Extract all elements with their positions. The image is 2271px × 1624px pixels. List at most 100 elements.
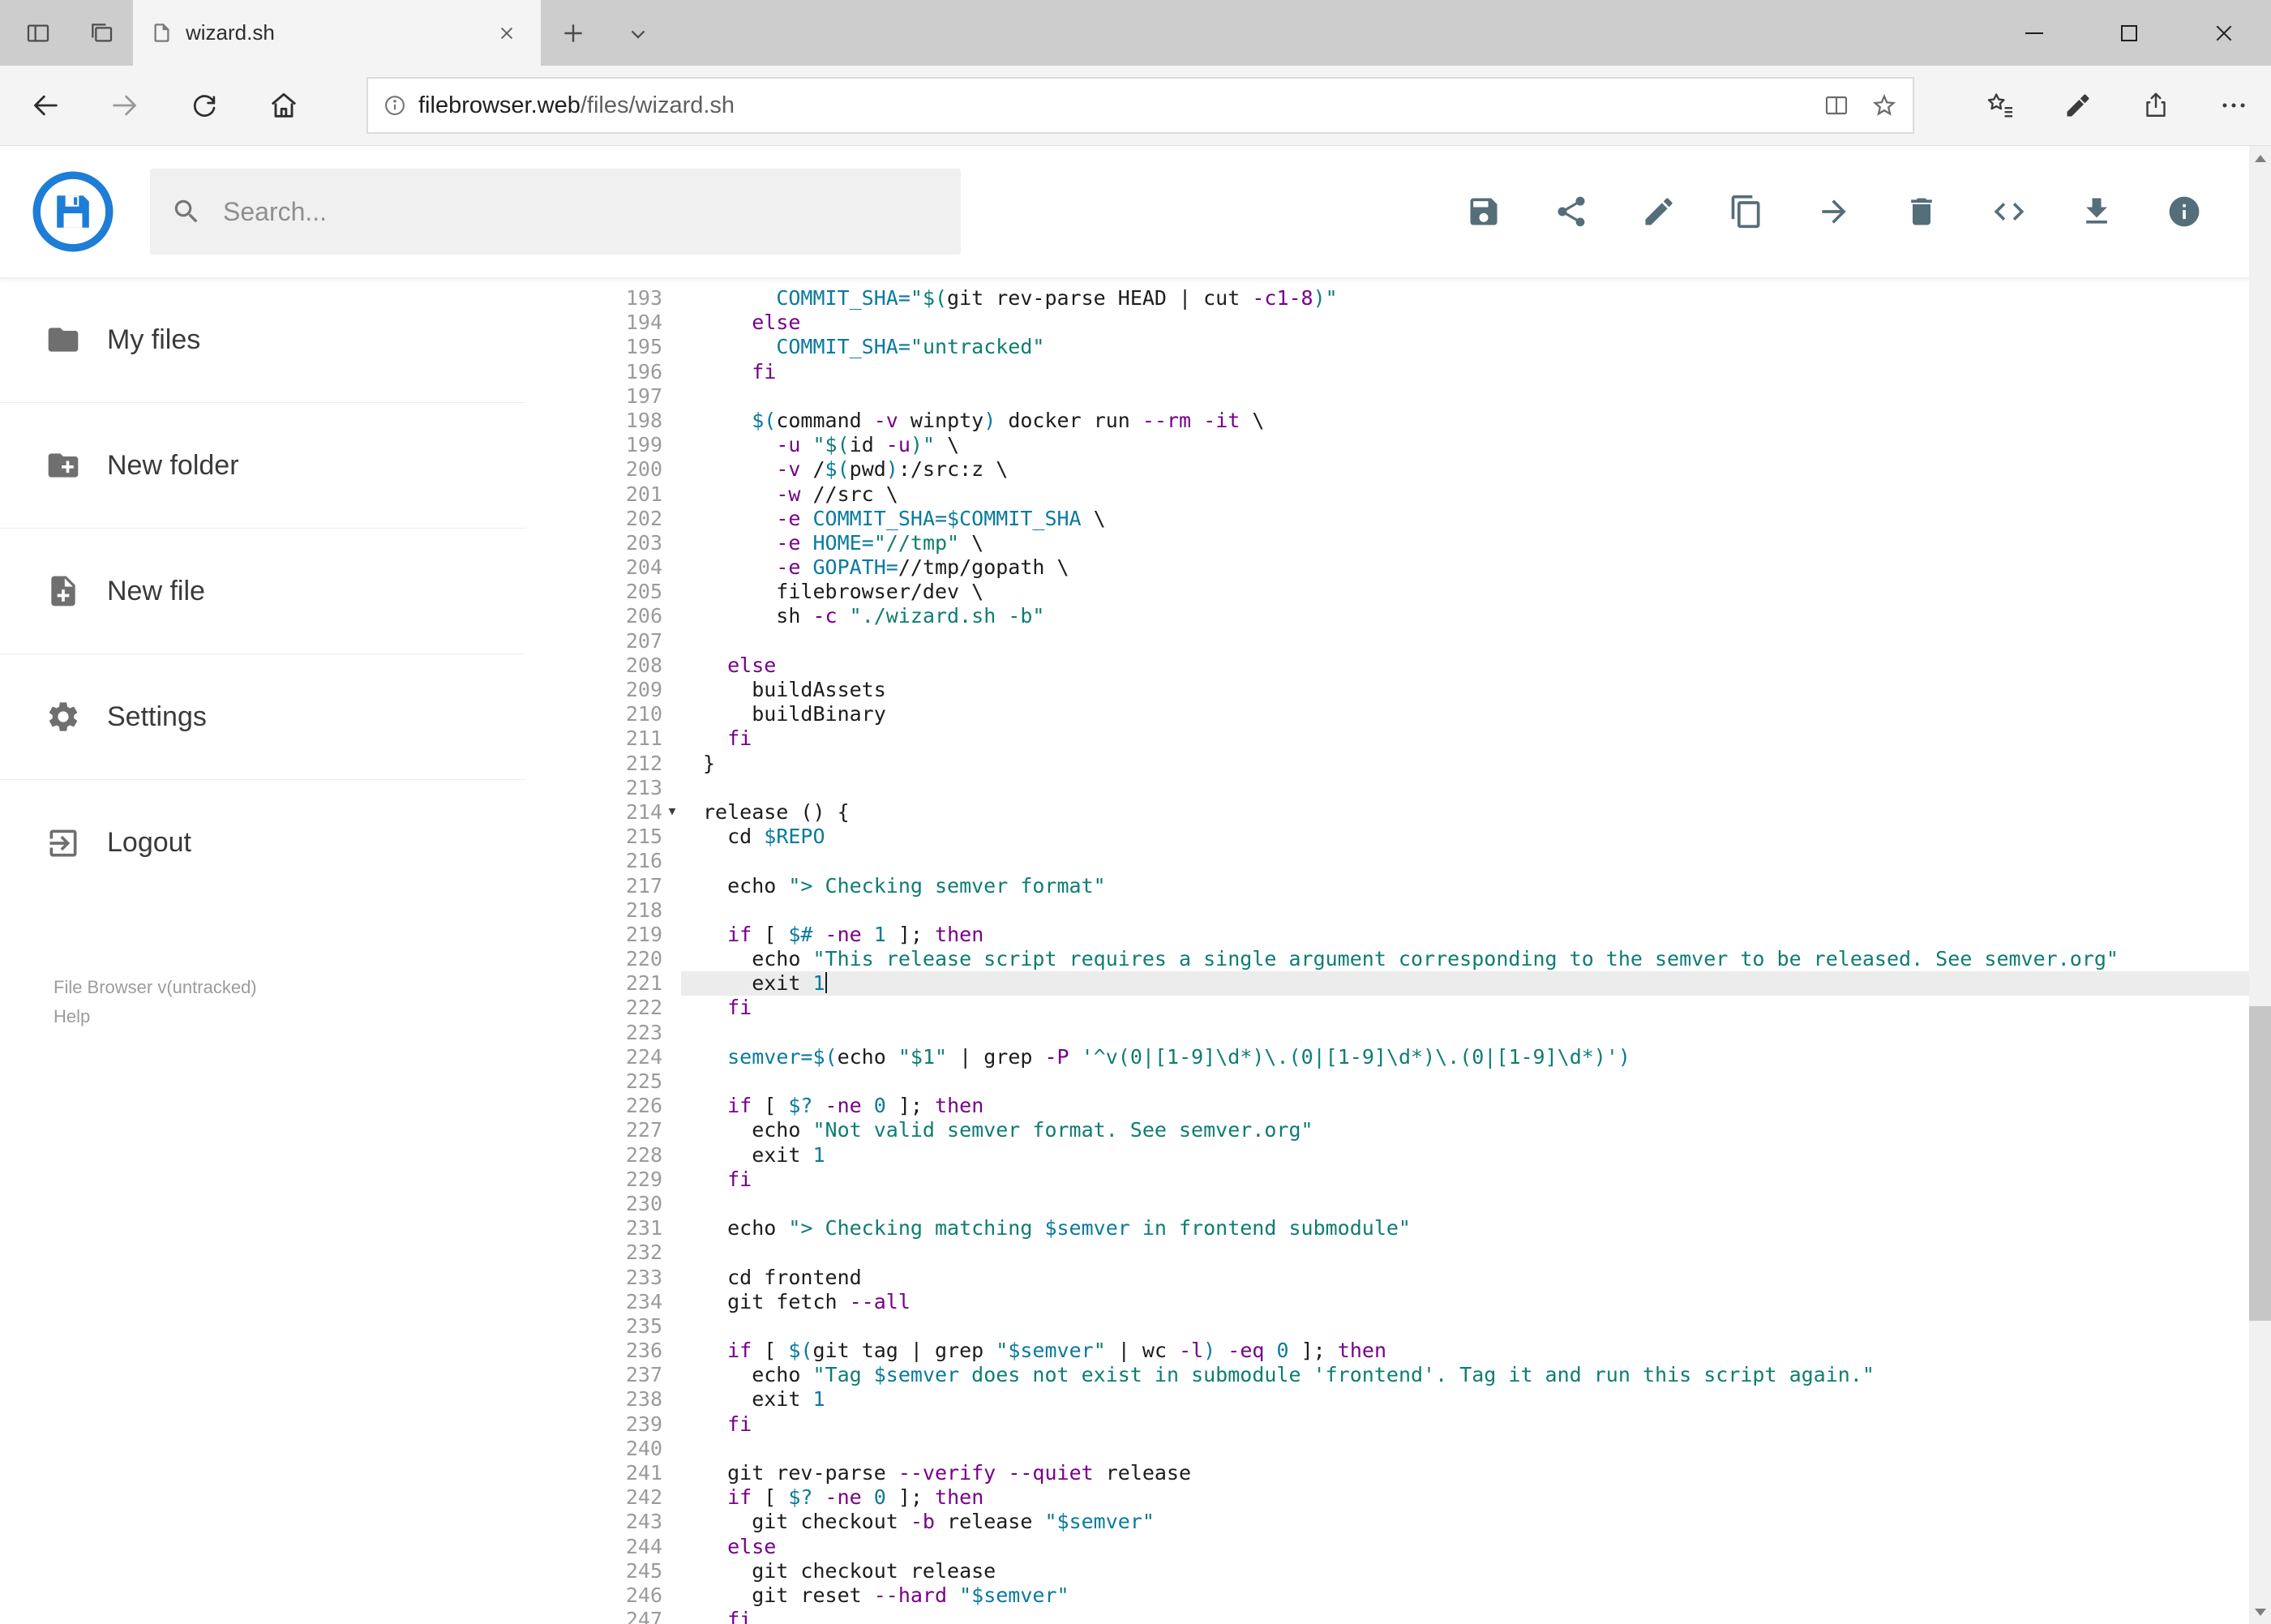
refresh-button[interactable] [175, 76, 234, 135]
code-line[interactable]: 241 git rev-parse --verify --quiet relea… [584, 1461, 2249, 1485]
forward-button[interactable] [96, 76, 154, 135]
code-line[interactable]: 203 -e HOME="//tmp" \ [584, 531, 2249, 555]
tab-close-button[interactable] [491, 17, 523, 49]
search-input[interactable]: Search... [223, 197, 327, 227]
favorite-star-button[interactable] [1870, 92, 1898, 119]
code-line[interactable]: 223 [584, 1021, 2249, 1045]
back-button[interactable] [16, 76, 75, 135]
help-link[interactable]: Help [54, 1002, 257, 1031]
code-line[interactable]: 221 exit 1 [584, 971, 2249, 996]
scroll-down-arrow[interactable] [2249, 1600, 2271, 1624]
code-line[interactable]: 224 semver=$(echo "$1" | grep -P '^v(0|[… [584, 1045, 2249, 1069]
code-line[interactable]: 240 [584, 1437, 2249, 1461]
home-button[interactable] [255, 76, 313, 135]
app-logo[interactable] [32, 171, 114, 252]
code-line[interactable]: 202 -e COMMIT_SHA=$COMMIT_SHA \ [584, 507, 2249, 531]
code-line[interactable]: 212} [584, 752, 2249, 776]
browser-tab[interactable]: wizard.sh [133, 0, 541, 66]
set-tabs-aside-button[interactable] [70, 0, 133, 66]
tab-list-button[interactable] [606, 0, 671, 66]
code-line[interactable]: 194 else [584, 311, 2249, 335]
code-line[interactable]: 210 buildBinary [584, 702, 2249, 726]
code-line[interactable]: 197 [584, 384, 2249, 409]
code-line[interactable]: 227 echo "Not valid semver format. See s… [584, 1118, 2249, 1142]
code-line[interactable]: 200 -v /$(pwd):/src:z \ [584, 457, 2249, 482]
code-line[interactable]: 246 git reset --hard "$semver" [584, 1583, 2249, 1608]
sidebar-item-new-folder[interactable]: New folder [0, 403, 525, 529]
code-line[interactable]: 218 [584, 898, 2249, 923]
code-line[interactable]: 211 fi [584, 726, 2249, 751]
code-line[interactable]: 232 [584, 1240, 2249, 1265]
maximize-button[interactable] [2081, 0, 2176, 66]
scroll-up-arrow[interactable] [2249, 146, 2271, 170]
share-file-button[interactable] [1553, 194, 1589, 229]
reading-view-button[interactable] [1823, 92, 1849, 118]
code-line[interactable]: 206 sh -c "./wizard.sh -b" [584, 604, 2249, 628]
code-line[interactable]: 230 [584, 1192, 2249, 1216]
code-line[interactable]: 225 [584, 1069, 2249, 1094]
search-box[interactable]: Search... [150, 169, 961, 255]
code-editor[interactable]: 193 COMMIT_SHA="$(git rev-parse HEAD | c… [584, 277, 2249, 1624]
delete-button[interactable] [1904, 194, 1939, 229]
code-line[interactable]: 201 -w //src \ [584, 482, 2249, 507]
code-line[interactable]: 213 [584, 776, 2249, 800]
info-button[interactable] [2166, 194, 2202, 229]
code-line[interactable]: 233 cd frontend [584, 1266, 2249, 1290]
copy-button[interactable] [1729, 194, 1764, 229]
code-line[interactable]: 247 fi [584, 1608, 2249, 1624]
code-line[interactable]: 237 echo "Tag $semver does not exist in … [584, 1363, 2249, 1387]
code-line[interactable]: 205 filebrowser/dev \ [584, 580, 2249, 604]
code-line[interactable]: 245 git checkout release [584, 1559, 2249, 1583]
code-line[interactable]: 231 echo "> Checking matching $semver in… [584, 1216, 2249, 1240]
code-line[interactable]: 196 fi [584, 360, 2249, 384]
code-line[interactable]: 238 exit 1 [584, 1387, 2249, 1412]
code-line[interactable]: 243 git checkout -b release "$semver" [584, 1510, 2249, 1534]
code-line[interactable]: 239 fi [584, 1412, 2249, 1437]
code-line[interactable]: 244 else [584, 1535, 2249, 1559]
code-line[interactable]: 226 if [ $? -ne 0 ]; then [584, 1094, 2249, 1118]
code-line[interactable]: 195 COMMIT_SHA="untracked" [584, 335, 2249, 359]
code-line[interactable]: 229 fi [584, 1168, 2249, 1192]
fold-arrow-icon[interactable]: ▾ [663, 799, 681, 824]
code-line[interactable]: 199 -u "$(id -u)" \ [584, 433, 2249, 457]
rename-button[interactable] [1641, 194, 1677, 229]
web-note-button[interactable] [2049, 76, 2107, 135]
code-line[interactable]: 207 [584, 629, 2249, 653]
code-line[interactable]: 208 else [584, 653, 2249, 678]
code-line[interactable]: 222 fi [584, 996, 2249, 1020]
code-line[interactable]: 214 ▾ release () { [584, 800, 2249, 825]
move-button[interactable] [1816, 194, 1852, 229]
share-button[interactable] [2127, 76, 2185, 135]
code-line[interactable]: 234 git fetch --all [584, 1290, 2249, 1314]
code-line[interactable]: 193 COMMIT_SHA="$(git rev-parse HEAD | c… [584, 286, 2249, 311]
code-line[interactable]: 217 echo "> Checking semver format" [584, 874, 2249, 898]
scrollbar-thumb[interactable] [2249, 1006, 2271, 1321]
download-button[interactable] [2079, 194, 2115, 229]
code-line[interactable]: 219 if [ $# -ne 1 ]; then [584, 923, 2249, 947]
code-line[interactable]: 215 cd $REPO [584, 825, 2249, 849]
code-line[interactable]: 228 exit 1 [584, 1143, 2249, 1168]
code-line[interactable]: 242 if [ $? -ne 0 ]; then [584, 1485, 2249, 1510]
close-window-button[interactable] [2176, 0, 2271, 66]
code-line[interactable]: 235 [584, 1314, 2249, 1339]
sidebar-item-logout[interactable]: Logout [0, 780, 525, 906]
save-button[interactable] [1466, 194, 1502, 229]
hub-button[interactable] [1971, 76, 2029, 135]
line-number: 235 [625, 1313, 662, 1338]
sidebar-item-my-files[interactable]: My files [0, 277, 525, 403]
sidebar-item-settings[interactable]: Settings [0, 654, 525, 780]
code-line[interactable]: 209 buildAssets [584, 678, 2249, 702]
new-tab-button[interactable] [541, 0, 606, 66]
page-scrollbar[interactable] [2249, 146, 2271, 1624]
code-line[interactable]: 198 $(command -v winpty) docker run --rm… [584, 409, 2249, 433]
more-button[interactable] [2205, 76, 2263, 135]
code-line[interactable]: 204 -e GOPATH=//tmp/gopath \ [584, 555, 2249, 580]
code-line[interactable]: 220 echo "This release script requires a… [584, 947, 2249, 971]
tab-preview-button[interactable] [6, 0, 70, 66]
sidebar-item-new-file[interactable]: New file [0, 529, 525, 654]
address-bar[interactable]: filebrowser.web/files/wizard.sh [366, 77, 1914, 134]
code-line[interactable]: 216 [584, 849, 2249, 873]
code-line[interactable]: 236 if [ $(git tag | grep "$semver" | wc… [584, 1339, 2249, 1363]
minimize-button[interactable] [1986, 0, 2081, 66]
source-code-button[interactable] [1991, 194, 2027, 229]
